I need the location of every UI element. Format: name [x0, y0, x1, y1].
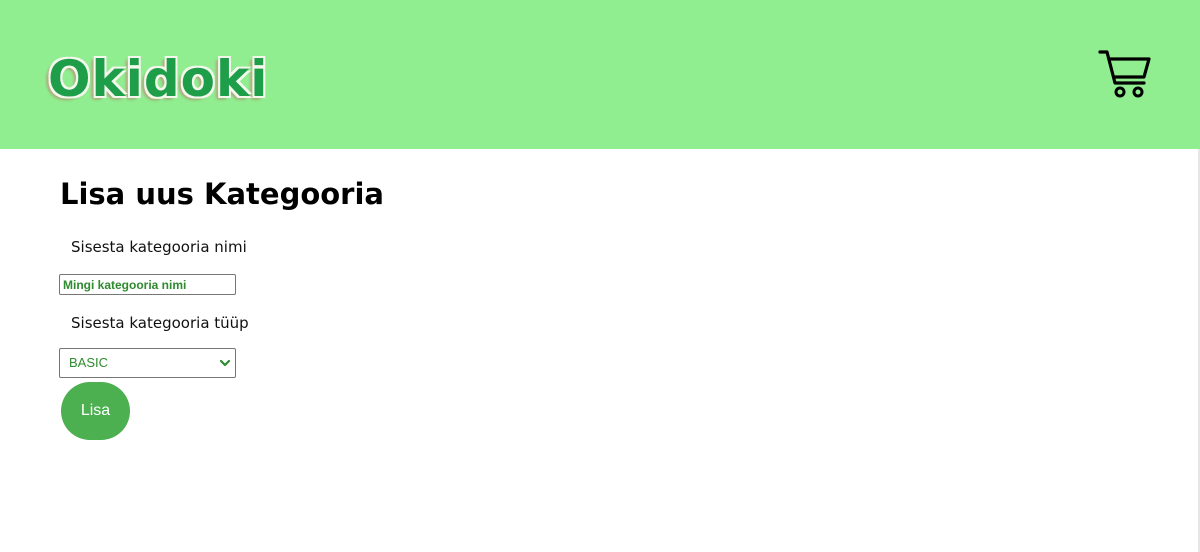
category-name-input[interactable] [59, 274, 236, 295]
category-type-selected-value: BASIC [69, 355, 109, 370]
shopping-cart-icon[interactable] [1098, 50, 1152, 98]
category-type-label: Sisesta kategooria tüüp [71, 314, 249, 332]
page-title: Lisa uus Kategooria [60, 177, 384, 211]
category-type-select[interactable]: BASIC [59, 348, 236, 378]
site-logo[interactable]: Okidoki [48, 48, 268, 110]
add-category-button[interactable]: Lisa [61, 382, 130, 440]
shopping-cart-icon-graphic [1098, 50, 1151, 98]
category-name-label: Sisesta kategooria nimi [71, 238, 247, 256]
chevron-down-icon [219, 359, 231, 367]
site-header: Okidoki [0, 0, 1200, 149]
